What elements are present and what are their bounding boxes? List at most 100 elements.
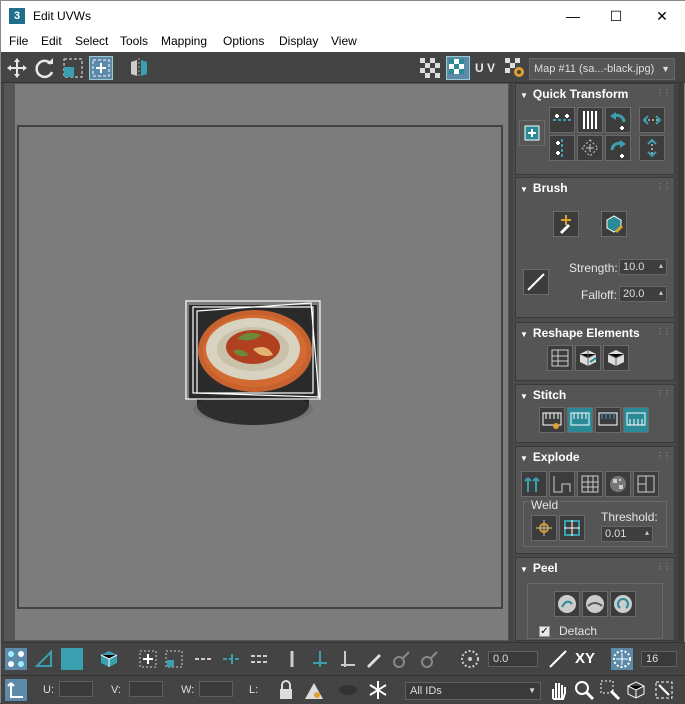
flatten-by-material-icon[interactable] [633,471,659,497]
drag-grip-icon[interactable]: ⋮⋮ [656,451,671,460]
rotate-icon[interactable] [33,56,57,80]
lock-icon[interactable] [275,679,297,701]
filter-visibility-icon[interactable] [303,679,325,701]
paint-select-icon[interactable] [363,648,385,670]
edge-loop-icon[interactable] [309,648,331,670]
drag-grip-icon[interactable]: ⋮⋮ [656,389,671,398]
flip-vertical-icon[interactable] [639,135,665,161]
menu-view[interactable]: View [331,34,357,48]
scale-icon[interactable] [61,56,85,80]
rotate-ccw-90-icon[interactable] [605,107,631,133]
zoom-selected-icon[interactable] [653,679,675,701]
rotate-cw-90-icon[interactable] [605,135,631,161]
shrink-selection-icon[interactable] [163,648,185,670]
w-coordinate-field[interactable] [199,681,233,697]
rollout-header[interactable]: ▼ Reshape Elements [520,326,640,340]
relax-icon[interactable] [603,345,629,371]
select-polygon-icon[interactable] [61,648,83,670]
align-vertical-icon[interactable] [549,135,575,161]
brush-falloff-curve-icon[interactable] [523,269,549,295]
spinner-arrows-icon[interactable]: ▴ [659,259,663,273]
stitch-to-average-icon[interactable] [595,407,621,433]
drag-grip-icon[interactable]: ⋮⋮ [656,327,671,336]
align-horizontal-icon[interactable] [549,107,575,133]
weld-target-icon[interactable] [559,515,585,541]
peel-mode-icon[interactable] [582,591,608,617]
rotation-angle-icon[interactable] [459,648,481,670]
rollout-header[interactable]: ▼ Peel [520,561,558,575]
grow-selection-icon[interactable] [137,648,159,670]
maximize-button[interactable]: ☐ [593,1,639,31]
spinner-arrows-icon[interactable]: ▴ [659,286,663,300]
loop-grow-icon[interactable] [193,648,215,670]
detach-checkbox[interactable]: ✓ [539,626,550,637]
select-element-icon[interactable] [98,648,120,670]
checker-pattern-icon[interactable] [418,56,442,80]
mirror-icon[interactable] [127,56,151,80]
move-icon[interactable] [5,56,29,80]
paint-pin-brush-icon[interactable] [553,211,579,237]
ring-select-icon[interactable] [249,648,271,670]
spinner-arrows-icon[interactable]: ▴ [645,526,649,540]
paint-select-shrink-icon[interactable] [419,648,441,670]
menu-options[interactable]: Options [223,34,264,48]
zoom-region-icon[interactable] [599,679,621,701]
menu-edit[interactable]: Edit [41,34,62,48]
flatten-by-smoothing-group-icon[interactable] [605,471,631,497]
hide-icon[interactable] [337,679,359,701]
uv-axis-button[interactable]: U V [475,56,499,80]
grid-snap-icon[interactable] [611,648,633,670]
stitch-to-source-icon[interactable] [567,407,593,433]
align-to-center-icon[interactable] [519,120,545,146]
rotation-angle-spinner[interactable]: 0.0 [488,651,538,667]
edge-ring-icon[interactable] [337,648,359,670]
map-options-icon[interactable] [503,56,527,80]
stitch-to-target-icon[interactable] [623,407,649,433]
rollout-header[interactable]: ▼ Quick Transform [520,87,628,101]
freeform-mode-icon[interactable] [89,56,113,80]
reset-peel-icon[interactable] [610,591,636,617]
close-button[interactable]: ✕ [639,1,685,31]
relax-until-flat-icon[interactable] [575,345,601,371]
drag-grip-icon[interactable]: ⋮⋮ [656,88,671,97]
absolute-offset-icon[interactable] [5,679,27,701]
menu-tools[interactable]: Tools [120,34,148,48]
drag-grip-icon[interactable]: ⋮⋮ [656,562,671,571]
panel-scrollbar[interactable] [678,83,684,641]
menu-mapping[interactable]: Mapping [161,34,207,48]
menu-display[interactable]: Display [279,34,318,48]
weld-selected-icon[interactable] [531,515,557,541]
threshold-spinner[interactable]: 0.01 ▴ [601,526,653,542]
grid-size-spinner[interactable]: 16 [641,651,677,667]
falloff-spinner[interactable]: 20.0 ▴ [619,286,667,302]
snap-edge-icon[interactable] [547,648,569,670]
minimize-button[interactable]: — [550,1,596,31]
v-coordinate-field[interactable] [129,681,163,697]
zoom-icon[interactable] [573,679,595,701]
straighten-icon[interactable] [577,135,603,161]
detach-edge-icon[interactable] [549,471,575,497]
ring-shrink-icon[interactable] [281,648,303,670]
select-vertex-icon[interactable] [5,648,27,670]
freeze-icon[interactable] [367,679,389,701]
relax-brush-icon[interactable] [601,211,627,237]
flip-horizontal-icon[interactable] [639,107,665,133]
select-edge-icon[interactable] [33,648,55,670]
u-coordinate-field[interactable] [59,681,93,697]
rollout-header[interactable]: ▼ Stitch [520,388,566,402]
rollout-header[interactable]: ▼ Brush [520,181,568,195]
stitch-custom-icon[interactable] [539,407,565,433]
material-id-dropdown[interactable]: All IDs ▼ [405,682,541,700]
space-horizontal-icon[interactable] [577,107,603,133]
rollout-header[interactable]: ▼ Explode [520,450,580,464]
texture-map-dropdown[interactable]: Map #11 (sa...-black.jpg) ▼ [529,58,675,80]
menu-select[interactable]: Select [75,34,108,48]
straighten-selection-icon[interactable] [547,345,573,371]
show-map-icon[interactable] [446,56,470,80]
drag-grip-icon[interactable]: ⋮⋮ [656,182,671,191]
quick-peel-icon[interactable] [554,591,580,617]
xy-axis-button[interactable]: XY [575,648,603,670]
flatten-by-polygon-icon[interactable] [577,471,603,497]
menu-file[interactable]: File [9,34,28,48]
zoom-extents-icon[interactable] [625,679,647,701]
